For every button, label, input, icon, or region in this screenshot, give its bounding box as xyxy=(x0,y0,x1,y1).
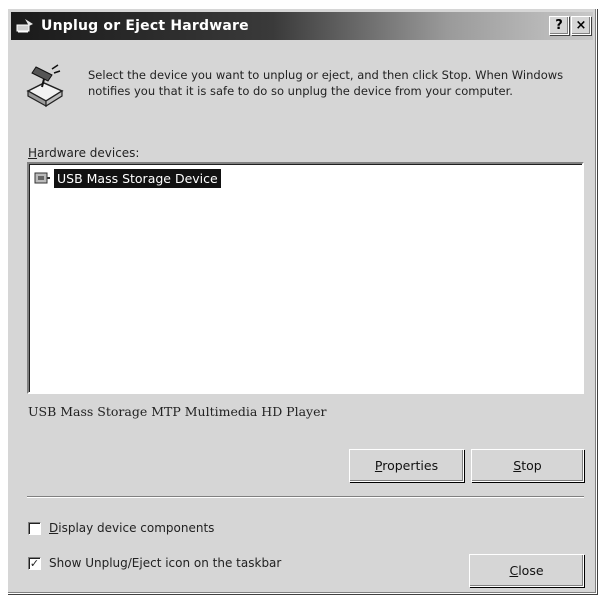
help-button[interactable]: ? xyxy=(549,16,569,35)
show-icon-label: Show Unplug/Eject icon on the taskbar xyxy=(49,556,282,570)
stop-button[interactable]: Stop xyxy=(471,449,584,482)
unplug-hardware-icon xyxy=(26,64,64,108)
device-label: USB Mass Storage Device xyxy=(54,168,221,188)
usb-device-icon xyxy=(34,172,50,184)
instructions-text: Select the device you want to unplug or … xyxy=(88,68,564,98)
separator xyxy=(27,496,584,498)
list-item[interactable]: USB Mass Storage Device xyxy=(33,168,221,188)
hardware-devices-label: Hardware devices: xyxy=(28,146,140,160)
window-title: Unplug or Eject Hardware xyxy=(41,18,249,34)
hardware-eject-icon xyxy=(16,19,33,33)
unplug-eject-dialog: Unplug or Eject Hardware ? × Select the … xyxy=(7,8,597,594)
properties-button[interactable]: Properties xyxy=(349,449,464,482)
title-bar: Unplug or Eject Hardware ? × xyxy=(11,12,593,40)
display-components-option[interactable]: Display device components xyxy=(28,521,214,535)
show-icon-checkbox[interactable]: ✓ xyxy=(28,556,41,570)
close-button[interactable]: Close xyxy=(469,554,584,587)
hardware-devices-list[interactable]: USB Mass Storage Device xyxy=(27,162,584,394)
display-components-checkbox[interactable] xyxy=(28,521,41,535)
device-description: USB Mass Storage MTP Multimedia HD Playe… xyxy=(28,404,327,419)
show-icon-option[interactable]: ✓ Show Unplug/Eject icon on the taskbar xyxy=(28,556,281,570)
display-components-label: Display device components xyxy=(49,521,215,535)
close-window-button[interactable]: × xyxy=(571,16,591,35)
